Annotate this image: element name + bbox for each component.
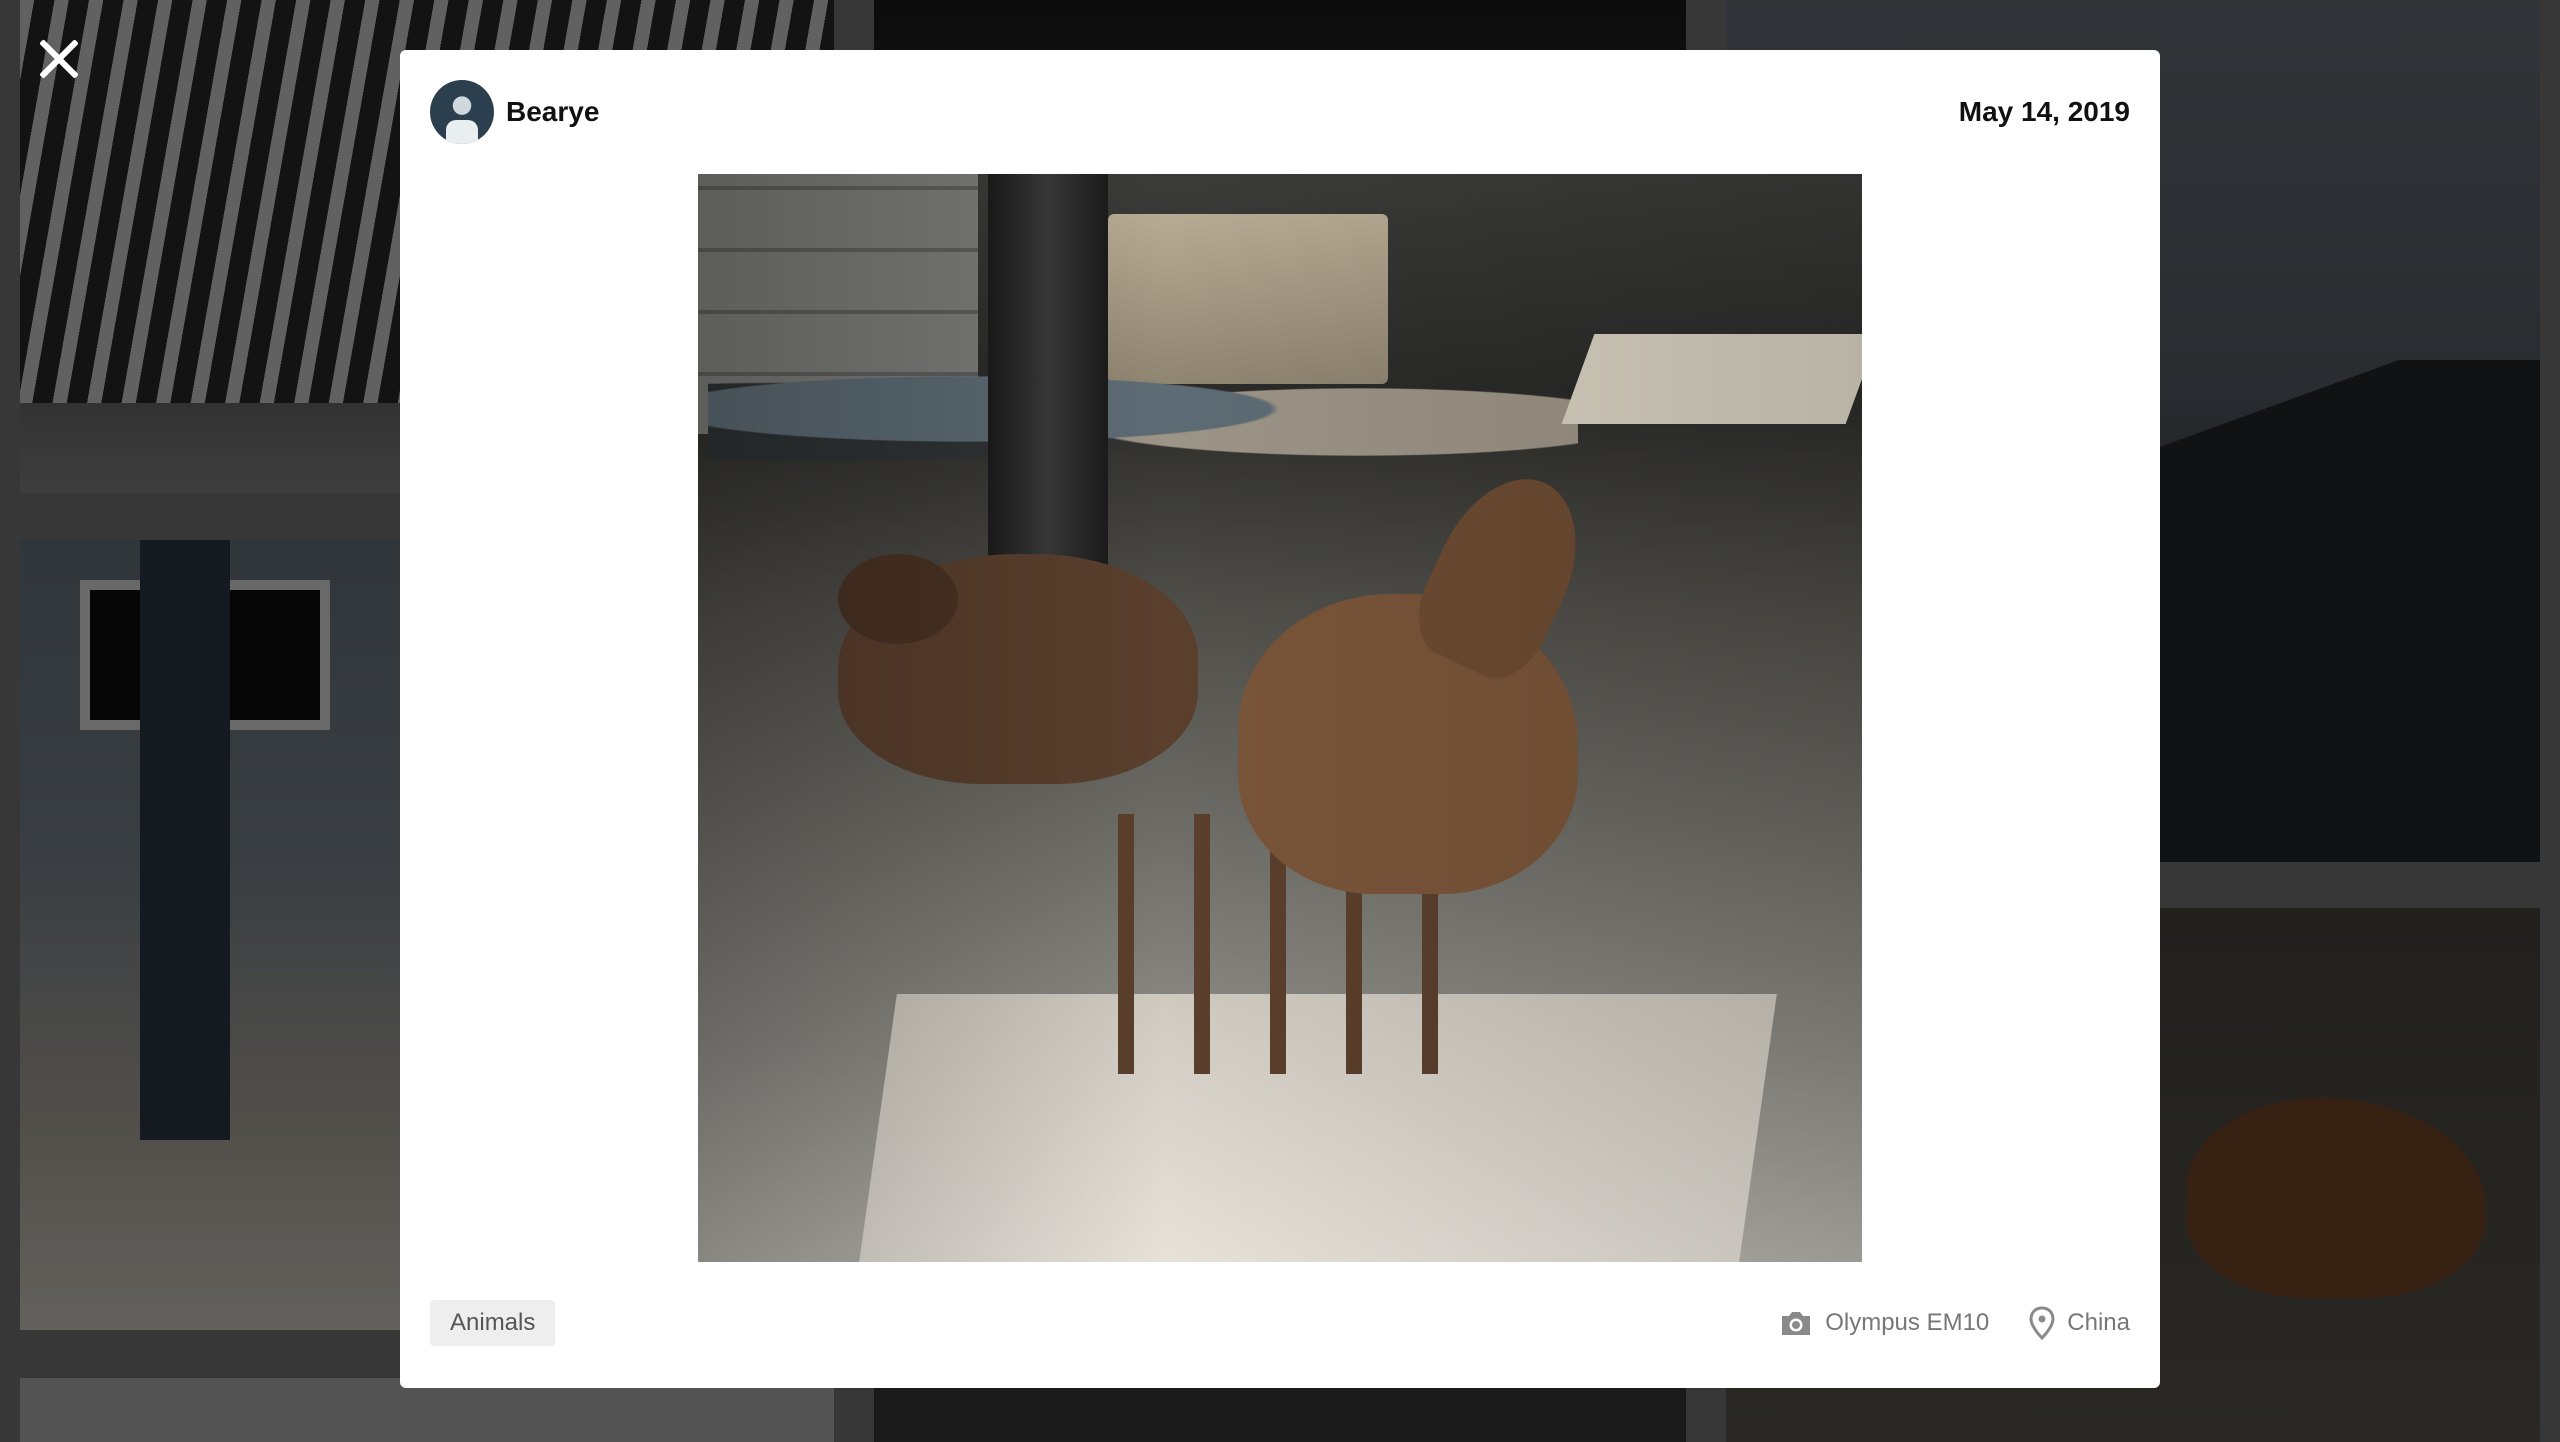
close-icon[interactable] [36, 36, 82, 82]
photo-date: May 14, 2019 [1958, 96, 2130, 127]
modal-footer: Animals Olympus EM10 China [430, 1300, 2130, 1348]
main-photo [698, 174, 1862, 1262]
location-info: China [2029, 1306, 2130, 1340]
location-name[interactable]: China [2067, 1309, 2130, 1337]
avatar[interactable] [430, 80, 494, 144]
camera-model: Olympus EM10 [1825, 1309, 1990, 1336]
camera-info: Olympus EM10 [1779, 1308, 1989, 1338]
photo-modal: Bearye May 14, 2019 Animals Olympus EM10… [400, 50, 2160, 1388]
modal-header: Bearye May 14, 2019 [430, 80, 2130, 144]
author-name[interactable]: Bearye [506, 94, 599, 130]
location-pin-icon [2029, 1306, 2055, 1340]
photo-meta: Olympus EM10 China [1779, 1300, 2130, 1346]
category-tag[interactable]: Animals [430, 1300, 556, 1346]
camera-icon [1779, 1308, 1813, 1338]
